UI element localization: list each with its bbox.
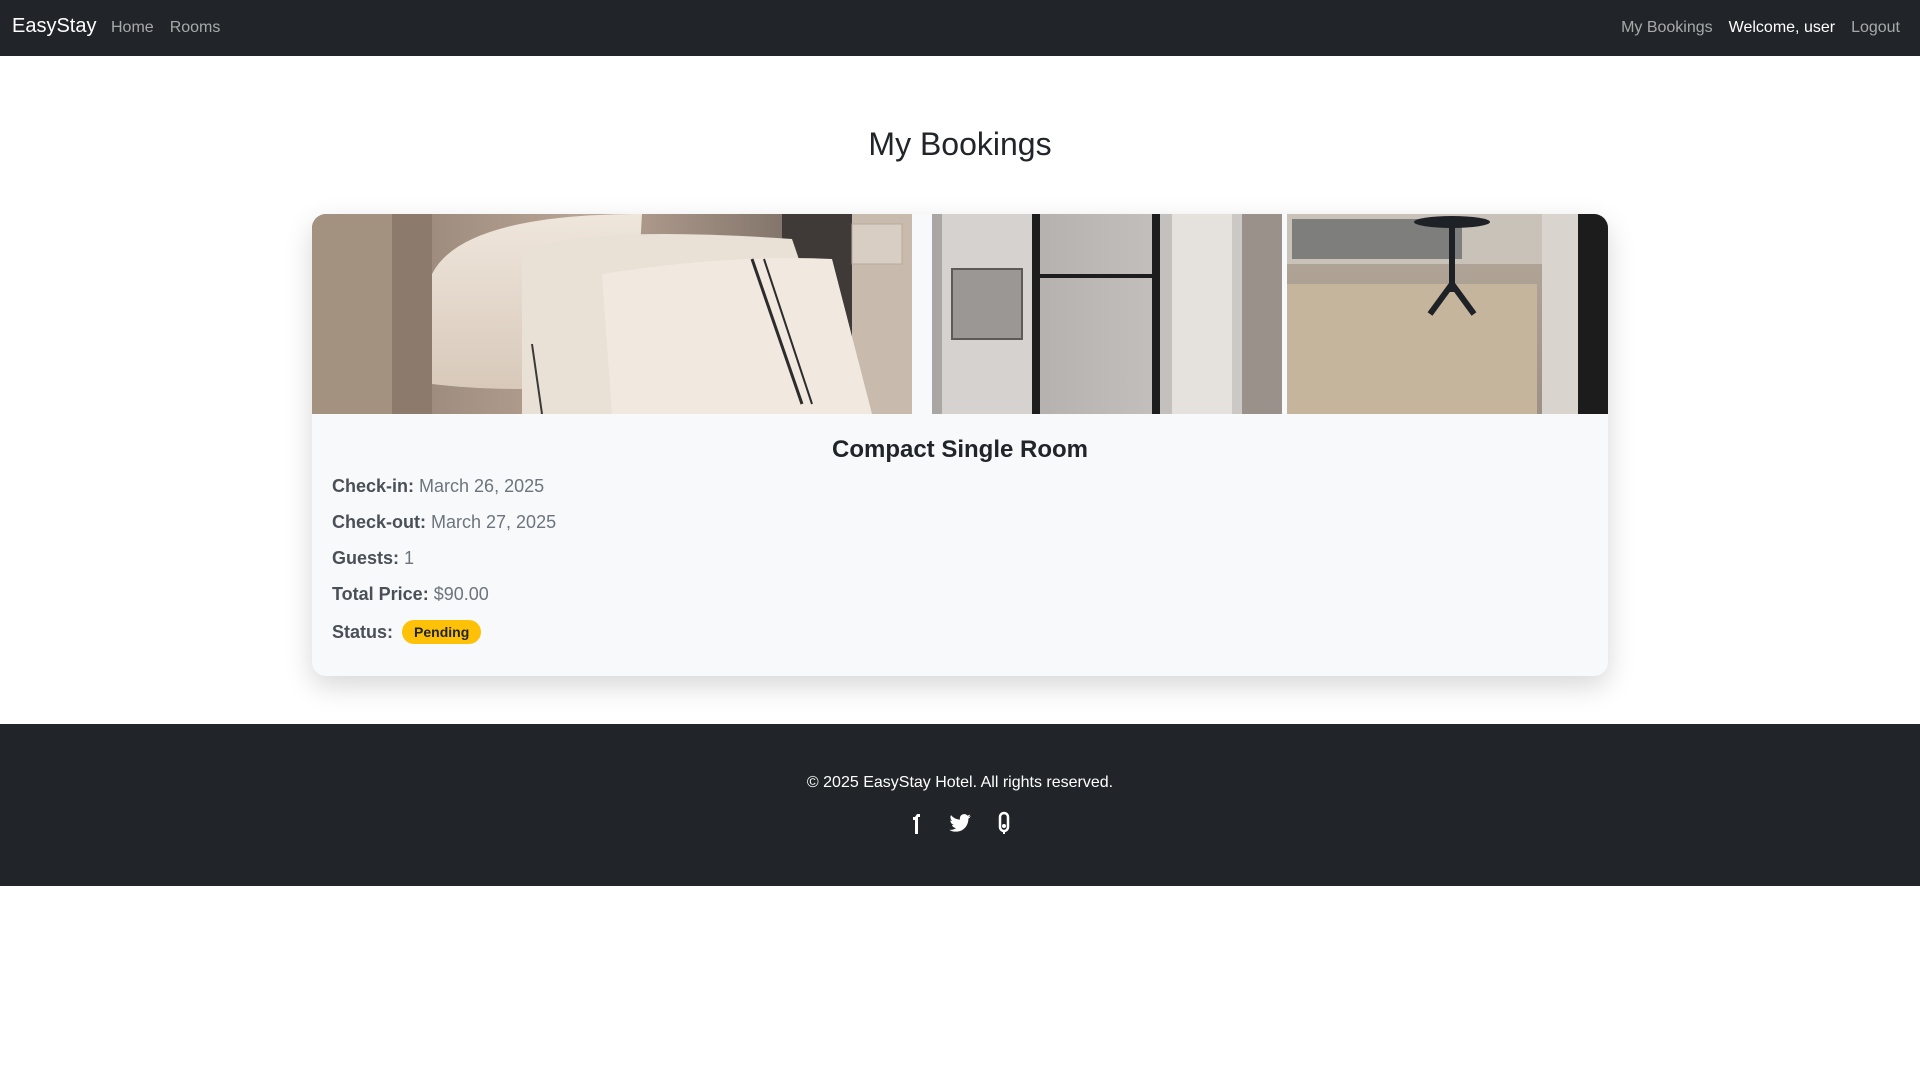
checkout-value: March 27, 2025 [431, 512, 557, 532]
total-price-row: Total Price: $90.00 [332, 584, 489, 605]
navbar: EasyStay Home Rooms My Bookings Welcome,… [0, 0, 1920, 56]
nav-left: Home Rooms [111, 19, 220, 37]
twitter-icon[interactable] [947, 810, 973, 836]
page-title: My Bookings [868, 126, 1052, 162]
guests-row: Guests: 1 [332, 548, 414, 569]
checkout-label: Check-out: [332, 512, 426, 532]
instagram-icon[interactable] [991, 810, 1017, 836]
guests-label: Guests: [332, 548, 400, 568]
total-price-label: Total Price: [332, 584, 429, 604]
facebook-icon[interactable] [903, 810, 929, 836]
copyright-text: © 2025 EasyStay Hotel. All rights reserv… [806, 774, 1114, 791]
nav-home-link[interactable]: Home [111, 19, 154, 37]
booking-card: Compact Single Room Check-in: March 26, … [312, 214, 1608, 676]
room-image [312, 214, 1608, 414]
nav-right: My Bookings Welcome, user Logout [1621, 19, 1900, 37]
nav-logout-link[interactable]: Logout [1851, 19, 1900, 37]
brand-logo[interactable]: EasyStay [12, 15, 96, 38]
guests-value: 1 [404, 548, 415, 568]
social-links [0, 810, 1920, 836]
checkin-value: March 26, 2025 [419, 476, 545, 496]
status-row: Status: Pending [332, 620, 482, 644]
nav-my-bookings-link[interactable]: My Bookings [1621, 19, 1713, 37]
footer: © 2025 EasyStay Hotel. All rights reserv… [0, 724, 1920, 886]
welcome-text: Welcome, user [1728, 19, 1836, 36]
checkout-row: Check-out: March 27, 2025 [332, 512, 556, 533]
total-price-value: $90.00 [433, 584, 489, 604]
status-label: Status: [332, 622, 394, 642]
checkin-row: Check-in: March 26, 2025 [332, 476, 544, 497]
status-badge: Pending [402, 620, 482, 644]
nav-rooms-link[interactable]: Rooms [170, 19, 221, 37]
room-name: Compact Single Room [831, 436, 1089, 463]
checkin-label: Check-in: [332, 476, 415, 496]
